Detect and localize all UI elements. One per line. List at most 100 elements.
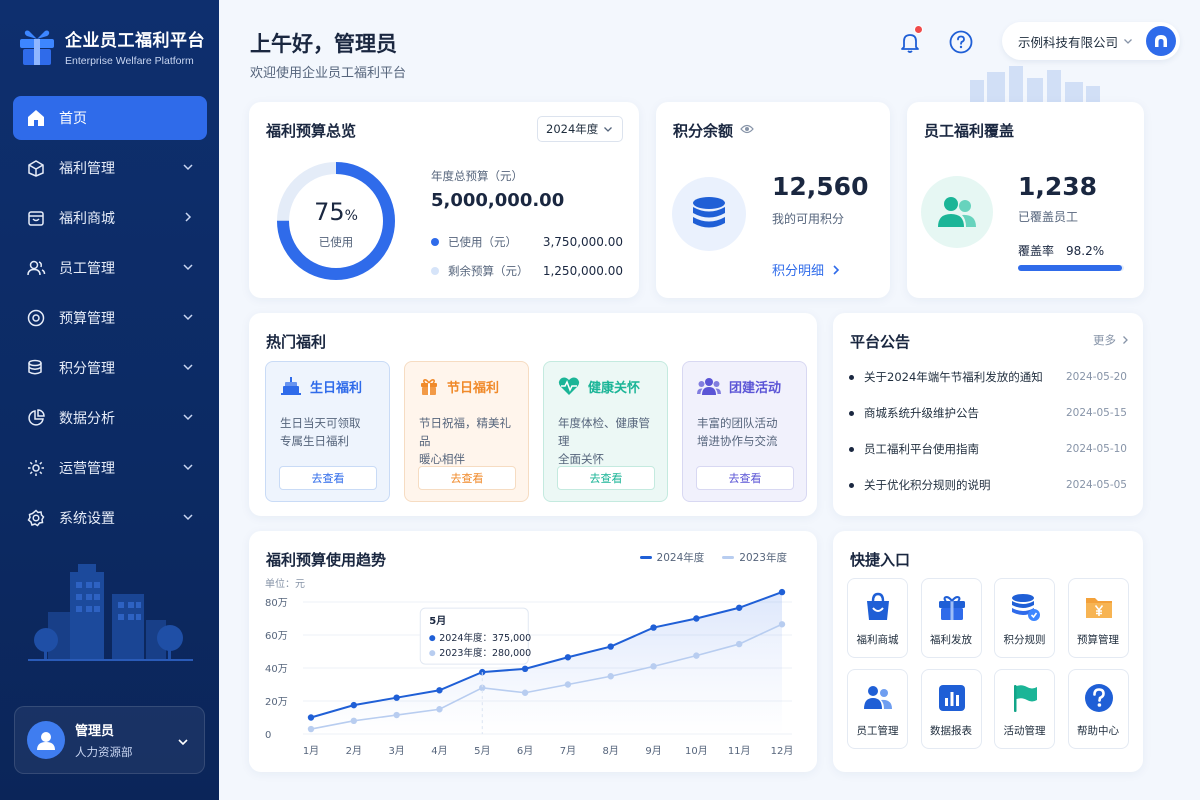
tooltip-dot <box>429 635 436 642</box>
coverage-value: 1,238 <box>1018 172 1098 201</box>
data-point-1 <box>564 681 572 688</box>
sidebar-item-welfare-manage[interactable]: 福利管理 <box>13 146 207 190</box>
sidebar-item-home[interactable]: 首页 <box>13 96 207 140</box>
chevron-down-icon <box>183 264 193 271</box>
skyline-decoration <box>970 66 1100 104</box>
welfare-card-health[interactable]: 健康关怀 年度体检、健康管理 全面关怀 去查看 <box>543 361 668 502</box>
chevron-down-icon <box>183 514 193 521</box>
announcement-item[interactable]: 关于2024年端午节福利发放的通知 2024-05-20 <box>849 369 1127 385</box>
sidebar-item-points[interactable]: 积分管理 <box>13 346 207 390</box>
data-point-0 <box>650 624 657 631</box>
sidebar-item-employee[interactable]: 员工管理 <box>13 246 207 290</box>
percent-value: 75 <box>314 198 345 226</box>
data-point-1 <box>350 717 358 724</box>
x-tick-label: 12月 <box>771 745 794 757</box>
chevron-down-icon <box>183 464 193 471</box>
welfare-desc-line: 增进协作与交流 <box>697 434 778 448</box>
y-tick-label: 60万 <box>265 631 288 642</box>
flag-icon <box>1009 682 1041 714</box>
eye-icon[interactable] <box>740 123 754 135</box>
x-tick-label: 11月 <box>728 745 751 757</box>
quick-entry-item[interactable]: 积分规则 <box>994 578 1055 658</box>
welfare-card-title: 团建活动 <box>697 376 781 396</box>
quick-entry-item[interactable]: 活动管理 <box>994 669 1055 749</box>
legend-dot <box>431 267 439 275</box>
announcement-text: 员工福利平台使用指南 <box>864 442 979 456</box>
sidebar-nav: 首页 福利管理 福利商城 员工管理 预算管理 积分管理 数据分析 运营管理 系统… <box>13 96 207 546</box>
bullet-dot <box>849 410 854 416</box>
announcement-item[interactable]: 员工福利平台使用指南 2024-05-10 <box>849 441 1127 457</box>
data-point-0 <box>350 701 358 709</box>
quick-entry-label: 预算管理 <box>1077 634 1119 646</box>
announcement-date: 2024-05-20 <box>1065 371 1127 383</box>
remain-label: 剩余预算（元） <box>448 264 529 278</box>
more-link[interactable]: 更多 <box>1093 332 1129 348</box>
announcement-date: 2024-05-05 <box>1065 479 1127 491</box>
company-avatar <box>1146 26 1176 56</box>
quick-entry-item[interactable]: 福利商城 <box>847 578 908 658</box>
year-select[interactable]: 2024年度 <box>537 116 623 142</box>
announcement-text: 关于优化积分规则的说明 <box>864 478 991 492</box>
welfare-title-text: 健康关怀 <box>588 380 641 396</box>
budget-icon <box>25 307 47 329</box>
data-point-0 <box>436 687 443 694</box>
company-logo-icon <box>1155 35 1167 47</box>
brand-subtitle: Enterprise Welfare Platform <box>65 55 194 67</box>
card-title: 快捷入口 <box>850 551 911 569</box>
points-balance-card: 积分余额 12,560 我的可用积分 积分明细 <box>656 102 890 298</box>
welfare-card-festival[interactable]: 节日福利 节日祝福，精美礼品 暖心相伴 去查看 <box>404 361 529 502</box>
data-point-0 <box>607 643 614 650</box>
coverage-progress-bar <box>1018 265 1124 271</box>
sidebar-item-budget[interactable]: 预算管理 <box>13 296 207 340</box>
quick-entry-label: 活动管理 <box>1003 725 1046 737</box>
sidebar-item-welfare-store[interactable]: 福利商城 <box>13 196 207 240</box>
coverage-rate: 覆盖率 98.2% <box>1018 242 1104 259</box>
team-icon <box>697 376 729 396</box>
welfare-card-birthday[interactable]: 生日福利 生日当天可领取 专属生日福利 去查看 <box>265 361 390 502</box>
pie-chart-icon <box>25 407 47 429</box>
view-button[interactable]: 去查看 <box>557 466 655 490</box>
heart-pulse-icon <box>558 376 588 396</box>
sidebar-item-label: 福利商城 <box>59 211 115 227</box>
welfare-desc-line: 专属生日福利 <box>280 434 349 448</box>
quick-entry-item[interactable]: 预算管理 <box>1067 578 1129 658</box>
brand[interactable]: 企业员工福利平台 Enterprise Welfare Platform <box>18 26 205 67</box>
welfare-title-text: 节日福利 <box>447 380 500 396</box>
used-label: 已使用（元） <box>448 235 517 249</box>
view-button[interactable]: 去查看 <box>279 466 377 490</box>
announcement-item[interactable]: 商城系统升级维护公告 2024-05-15 <box>849 405 1127 421</box>
view-button[interactable]: 去查看 <box>696 466 794 490</box>
quick-entry-label: 福利发放 <box>930 634 972 646</box>
welfare-title-text: 团建活动 <box>729 380 782 396</box>
chevron-down-icon[interactable] <box>176 735 190 749</box>
bullet-dot <box>849 446 854 452</box>
company-switcher[interactable]: 示例科技有限公司 <box>1002 22 1180 60</box>
total-budget-label: 年度总预算（元） <box>431 169 523 183</box>
quick-entry-item[interactable]: 福利发放 <box>920 578 982 658</box>
welfare-card-team-building[interactable]: 团建活动 丰富的团队活动 增进协作与交流 去查看 <box>682 361 807 502</box>
quick-entry-item[interactable]: 帮助中心 <box>1067 669 1129 749</box>
quick-entry-item[interactable]: 数据报表 <box>920 669 982 749</box>
points-detail-link[interactable]: 积分明细 <box>772 260 840 279</box>
announcement-text: 商城系统升级维护公告 <box>864 406 979 420</box>
budget-trend-card: 福利预算使用趋势 2024年度 2023年度 单位：元 0 20万 40万 60万 80万… <box>249 531 817 772</box>
x-tick-label: 9月 <box>645 745 661 757</box>
user-profile-card[interactable]: 管理员 人力资源部 <box>14 706 205 774</box>
sidebar-item-operations[interactable]: 运营管理 <box>13 446 207 490</box>
bar-chart-icon <box>936 682 968 714</box>
sidebar-item-label: 运营管理 <box>59 461 115 477</box>
sidebar-item-system[interactable]: 系统设置 <box>13 496 207 540</box>
page-title: 上午好，管理员 <box>250 32 397 56</box>
announcement-item[interactable]: 关于优化积分规则的说明 2024-05-05 <box>849 477 1127 493</box>
help-icon[interactable] <box>948 29 974 55</box>
welfare-card-title: 生日福利 <box>280 376 362 396</box>
y-tick-label: 80万 <box>265 598 288 609</box>
city-illustration <box>28 564 193 661</box>
sidebar-item-analytics[interactable]: 数据分析 <box>13 396 207 440</box>
quick-entry-item[interactable]: 员工管理 <box>847 669 908 749</box>
unit-label: 单位：元 <box>265 577 305 590</box>
used-budget-row: 已使用（元） 3,750,000.00 <box>431 234 623 250</box>
chevron-down-icon <box>183 414 193 421</box>
hot-welfare-card: 热门福利 生日福利 生日当天可领取 专属生日福利 去查看 节日福利 节日祝福，精美礼品 暖心… <box>249 313 817 516</box>
view-button[interactable]: 去查看 <box>418 466 516 490</box>
